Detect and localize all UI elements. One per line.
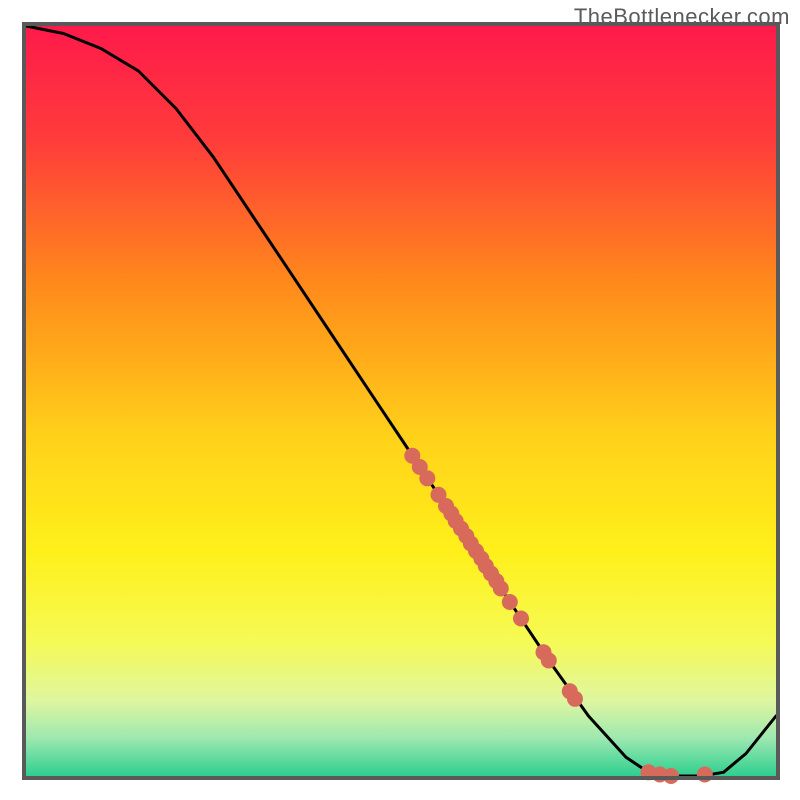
chart-background [26,26,776,776]
data-point [493,581,509,597]
data-point [513,611,529,627]
bottleneck-chart [0,0,800,800]
data-point [541,653,557,669]
chart-stage: TheBottlenecker.com [0,0,800,800]
data-point [697,767,713,783]
data-point [419,470,435,486]
data-point [502,594,518,610]
watermark-label: TheBottlenecker.com [574,4,790,30]
data-point [567,691,583,707]
